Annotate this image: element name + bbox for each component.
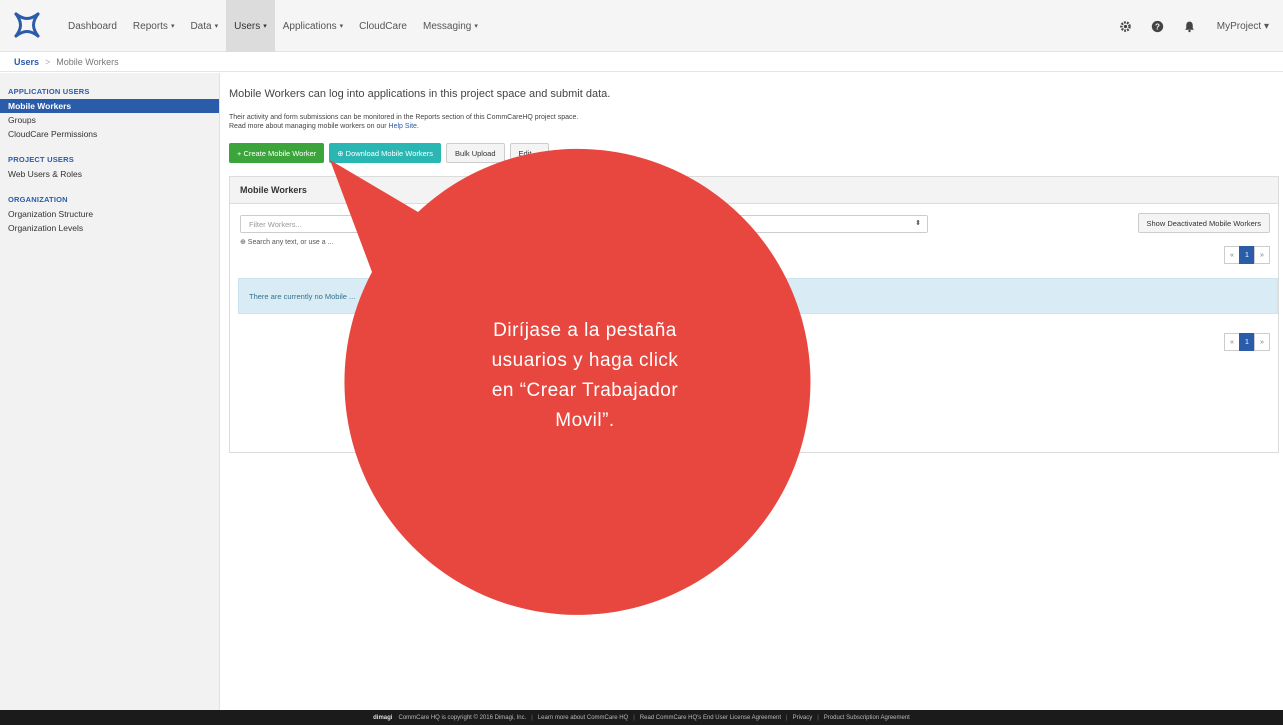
help-site-link[interactable]: Help Site <box>389 123 417 130</box>
pagination-top: « 1 » <box>1224 246 1270 264</box>
sidebar-item-web-users[interactable]: Web Users & Roles <box>0 167 219 181</box>
nav-right: ? MyProject ▾ <box>1101 0 1269 52</box>
nav-users[interactable]: Users ▾ <box>226 0 275 52</box>
nav-reports[interactable]: Reports ▾ <box>125 0 183 52</box>
action-buttons: + Create Mobile Worker ⊕ Download Mobile… <box>229 143 554 163</box>
chevron-down-icon: ▾ <box>170 23 175 30</box>
breadcrumb-separator: > <box>45 56 51 67</box>
sidebar-section-application-users: APPLICATION USERS <box>8 87 90 96</box>
show-deactivated-button[interactable]: Show Deactivated Mobile Workers <box>1137 213 1270 233</box>
callout-text: Diríjase a la pestaña usuarios y haga cl… <box>491 320 679 431</box>
project-selector[interactable]: MyProject ▾ <box>1217 21 1269 32</box>
nav-applications[interactable]: Applications ▾ <box>275 0 351 52</box>
sidebar: APPLICATION USERS Mobile Workers Groups … <box>0 73 220 710</box>
sidebar-item-groups[interactable]: Groups <box>0 113 219 127</box>
sidebar-item-organization-levels[interactable]: Organization Levels <box>0 221 219 235</box>
page-intro: Mobile Workers can log into applications… <box>229 88 611 100</box>
nav-data[interactable]: Data ▾ <box>182 0 226 52</box>
pagination-bottom: « 1 » <box>1224 333 1270 351</box>
chevron-down-icon: ▾ <box>263 23 267 30</box>
filter-workers-input[interactable]: Filter Workers... ⬍ <box>240 215 928 233</box>
pagination-next[interactable]: » <box>1254 246 1270 264</box>
footer-link-learn-more[interactable]: Learn more about CommCare HQ <box>538 715 628 721</box>
bell-icon[interactable] <box>1183 19 1197 33</box>
search-hint: ⊕ Search any text, or use a ... <box>240 239 334 246</box>
pagination-prev[interactable]: « <box>1224 333 1240 351</box>
breadcrumb: Users > Mobile Workers <box>0 52 1283 72</box>
chevron-down-icon: ▾ <box>474 23 478 30</box>
commcare-logo-icon[interactable] <box>12 10 42 40</box>
pagination-next[interactable]: » <box>1254 333 1270 351</box>
footer: dimagi CommCare HQ is copyright © 2016 D… <box>0 710 1283 725</box>
svg-text:?: ? <box>1155 22 1160 31</box>
sort-arrows-icon: ⬍ <box>915 220 921 227</box>
download-mobile-workers-button[interactable]: ⊕ Download Mobile Workers <box>329 143 442 163</box>
pagination-prev[interactable]: « <box>1224 246 1240 264</box>
breadcrumb-users-link[interactable]: Users <box>14 57 39 67</box>
sidebar-item-cloudcare-permissions[interactable]: CloudCare Permissions <box>0 127 219 141</box>
sidebar-item-mobile-workers[interactable]: Mobile Workers <box>0 99 219 113</box>
gear-icon[interactable] <box>1119 19 1133 33</box>
pagination-page[interactable]: 1 <box>1239 246 1255 264</box>
edit-fields-button[interactable]: Edit ... <box>509 143 549 163</box>
mobile-workers-panel: Mobile Workers Filter Workers... ⬍ Show … <box>229 176 1279 453</box>
footer-link-eula[interactable]: Read CommCare HQ's End User License Agre… <box>640 715 781 721</box>
breadcrumb-current: Mobile Workers <box>56 56 119 67</box>
nav-dashboard[interactable]: Dashboard <box>60 0 125 52</box>
chevron-down-icon: ▾ <box>214 23 219 30</box>
nav-cloudcare[interactable]: CloudCare <box>351 0 415 52</box>
footer-link-subscription[interactable]: Product Subscription Agreement <box>824 715 910 721</box>
description-line-1: Their activity and form submissions can … <box>229 114 579 121</box>
main-nav: Dashboard Reports ▾ Data ▾ Users ▾ Applicat… <box>60 0 486 52</box>
top-navbar: Dashboard Reports ▾ Data ▾ Users ▾ Applicat… <box>0 0 1283 52</box>
nav-messaging[interactable]: Messaging ▾ <box>415 0 486 52</box>
help-icon[interactable]: ? <box>1151 19 1165 33</box>
chevron-down-icon: ▾ <box>339 23 344 30</box>
footer-link-privacy[interactable]: Privacy <box>793 715 813 721</box>
sidebar-section-project-users: PROJECT USERS <box>8 155 74 164</box>
panel-title: Mobile Workers <box>230 177 1278 204</box>
bulk-upload-button[interactable]: Bulk Upload <box>446 143 505 163</box>
sidebar-item-organization-structure[interactable]: Organization Structure <box>0 207 219 221</box>
sidebar-section-organization: ORGANIZATION <box>8 195 68 204</box>
create-mobile-worker-button[interactable]: + Create Mobile Worker <box>229 143 325 163</box>
pagination-page[interactable]: 1 <box>1239 333 1255 351</box>
footer-copyright: CommCare HQ is copyright © 2016 Dimagi, … <box>398 714 527 721</box>
page-description: Their activity and form submissions can … <box>229 113 578 131</box>
empty-state-alert: There are currently no Mobile ... <box>238 278 1278 314</box>
dimagi-logo: dimagi <box>373 714 393 721</box>
description-line-2: Read more about managing mobile workers … <box>229 123 419 130</box>
